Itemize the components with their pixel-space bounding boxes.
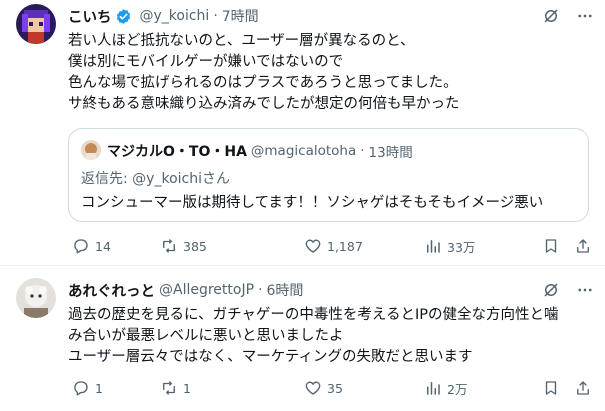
share-icon	[577, 239, 589, 253]
display-name[interactable]: こいち	[68, 6, 112, 27]
reply-button[interactable]: 14	[72, 237, 111, 255]
views-icon	[427, 240, 440, 253]
action-bar: 1 1 35 2万	[64, 378, 592, 398]
reply-suffix: さん	[201, 171, 230, 187]
tweet-text-line: 若い人ほど抵抗ないのと、ユーザー層が異なるのと、	[68, 33, 415, 49]
views-count: 33万	[447, 239, 476, 255]
share-icon	[577, 381, 589, 395]
quoted-timestamp: 13時間	[368, 145, 413, 161]
share-button[interactable]	[574, 237, 592, 255]
views-button[interactable]: 33万	[424, 237, 475, 256]
grok-icon[interactable]	[541, 280, 561, 300]
separator-dot: ·	[258, 282, 263, 298]
reply-mention: @y_koichi	[132, 171, 202, 187]
tweet-text-line: サ終もある意味織り込み済みでしたが想定の何倍も早かった	[68, 96, 460, 112]
quoted-display-name: マジカルO・TO・HA	[107, 144, 247, 160]
bookmark-button[interactable]	[542, 237, 560, 255]
views-icon	[427, 382, 440, 395]
bookmark-icon	[545, 381, 557, 395]
more-icon[interactable]	[575, 6, 595, 26]
like-icon	[305, 381, 321, 395]
quoted-text: コンシューマー版は期待してます！！ソシャゲはそもそもイメージ悪い	[81, 195, 544, 211]
separator-dot: ·	[213, 8, 218, 24]
like-button[interactable]: 1,187	[304, 237, 363, 255]
reply-prefix: 返信先:	[81, 171, 133, 187]
retweet-count: 1	[183, 380, 191, 396]
retweet-count: 385	[183, 238, 207, 254]
tweet-header: こいち @y_koichi · 7時間	[68, 6, 259, 26]
grok-icon[interactable]	[541, 6, 561, 26]
quoted-avatar	[81, 140, 101, 160]
tweet-text: 過去の歴史を見るに、ガチャゲーの中毒性を考えるとIPの健全な方向性と噛 み合いが…	[68, 305, 588, 368]
like-count: 35	[327, 380, 343, 396]
reply-to-line: 返信先: @y_koichiさん	[81, 168, 230, 188]
tweet-top-actions	[541, 6, 595, 26]
tweet-text: 若い人ほど抵抗ないのと、ユーザー層が異なるのと、 僕は別にモバイルゲーが嫌いでは…	[68, 31, 588, 115]
tweet-text-line: み合いが最悪レベルに悪いと思いましたよ	[68, 328, 344, 344]
like-count: 1,187	[327, 238, 363, 254]
display-name[interactable]: あれぐれっと	[68, 280, 155, 301]
bookmark-icon	[545, 239, 557, 253]
quoted-handle: @magicalotoha	[250, 143, 357, 159]
avatar[interactable]	[16, 4, 56, 44]
tweet-text-line: 僕は別にモバイルゲーが嫌いではないので	[68, 54, 344, 70]
handle[interactable]: @AllegrettoJP	[159, 282, 254, 298]
tweet-top-actions	[541, 280, 595, 300]
reply-count: 14	[95, 238, 111, 254]
quoted-tweet[interactable]: マジカルO・TO・HA @magicalotoha · 13時間 返信先: @y…	[68, 128, 589, 222]
share-button[interactable]	[574, 379, 592, 397]
retweet-icon	[163, 239, 175, 253]
reply-icon	[74, 381, 88, 396]
quoted-header: マジカルO・TO・HA @magicalotoha · 13時間	[107, 141, 413, 161]
avatar[interactable]	[16, 278, 56, 318]
bookmark-button[interactable]	[542, 379, 560, 397]
reply-icon	[74, 239, 88, 254]
tweet-header: あれぐれっと @AllegrettoJP · 6時間	[68, 280, 303, 300]
views-button[interactable]: 2万	[424, 379, 467, 398]
retweet-button[interactable]: 385	[160, 237, 207, 255]
tweet-text-line: 過去の歴史を見るに、ガチャゲーの中毒性を考えるとIPの健全な方向性と噛	[68, 307, 559, 323]
timestamp[interactable]: 7時間	[222, 6, 259, 26]
views-count: 2万	[447, 381, 468, 397]
tweet[interactable]: こいち @y_koichi · 7時間 若い人ほど抵抗ないのと、ユーザー層が異な…	[0, 0, 605, 266]
reply-button[interactable]: 1	[72, 379, 103, 397]
separator-dot: ·	[360, 143, 365, 159]
like-button[interactable]: 35	[304, 379, 343, 397]
retweet-button[interactable]: 1	[160, 379, 191, 397]
action-bar: 14 385 1,187 33万	[64, 236, 592, 256]
reply-count: 1	[95, 380, 103, 396]
more-icon[interactable]	[575, 280, 595, 300]
retweet-icon	[163, 381, 175, 395]
timestamp[interactable]: 6時間	[267, 280, 304, 300]
tweet-text-line: 色んな場で拡げられるのはプラスであろうと思ってました。	[68, 75, 458, 91]
tweet[interactable]: あれぐれっと @AllegrettoJP · 6時間 過去の歴史を見るに、ガチャ…	[0, 266, 605, 411]
like-icon	[305, 239, 321, 253]
verified-badge-icon	[115, 8, 132, 25]
handle[interactable]: @y_koichi	[140, 8, 210, 24]
tweet-text-line: ユーザー層云々ではなく、マーケティングの失敗だと思います	[68, 349, 473, 365]
